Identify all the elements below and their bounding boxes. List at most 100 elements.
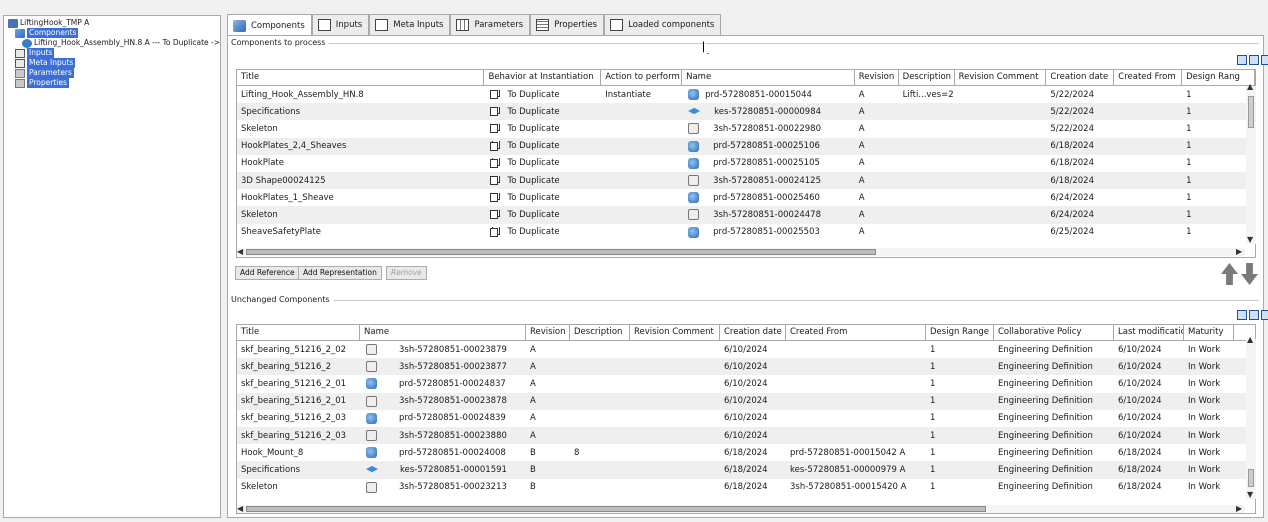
detail-view-icon[interactable] (1261, 310, 1268, 320)
structure-tree[interactable]: LiftingHook_TMP A Components Lifting_Hook_… (3, 15, 221, 518)
table-row[interactable]: HookPlates_1_Sheave To Duplicate prd-57280… (237, 189, 1255, 206)
cell-behavior[interactable]: To Duplicate (484, 90, 601, 100)
scroll-thumb[interactable] (246, 506, 986, 512)
tab-parameters[interactable]: Parameters (450, 14, 531, 35)
table-row[interactable]: Skeleton 3sh-57280851-00023213 B 6/18/2024 3… (237, 479, 1255, 496)
column-header[interactable]: Name (682, 70, 855, 85)
column-header[interactable]: Design Rang (1182, 70, 1255, 85)
column-header[interactable]: Action to perform (601, 70, 683, 85)
column-header[interactable]: Creation date (1046, 70, 1115, 85)
detail-view-icon[interactable] (1261, 55, 1268, 65)
tab-properties[interactable]: Properties (530, 14, 605, 35)
cell-policy: Engineering Definition (998, 430, 1093, 441)
tab-meta-inputs[interactable]: Meta Inputs (369, 14, 451, 35)
unchanged-components-table[interactable]: Title Name Revision Description Revision Com… (236, 324, 1256, 514)
table-row[interactable]: HookPlates_2,4_Sheaves To Duplicate prd-57… (237, 137, 1255, 155)
cell-behavior[interactable]: To Duplicate (484, 193, 601, 203)
tree-item[interactable]: Meta Inputs (8, 58, 220, 68)
scroll-right-icon[interactable]: ▶ (1236, 505, 1242, 513)
tree-item[interactable]: Components (8, 28, 220, 38)
view-mode-switcher[interactable] (1237, 55, 1268, 65)
cell-behavior[interactable]: To Duplicate (484, 210, 601, 220)
scroll-thumb[interactable] (246, 249, 876, 255)
scroll-thumb[interactable] (1248, 96, 1254, 128)
cell-revision: A (858, 158, 865, 169)
grid-view-icon[interactable] (1237, 310, 1247, 320)
name-value: 3sh-57280851-00022980 (713, 123, 821, 134)
table-row[interactable]: Lifting_Hook_Assembly_HN.8 To Duplicate In… (237, 86, 1255, 103)
horizontal-scrollbar[interactable]: ◀ ▶ (237, 505, 1245, 513)
column-header[interactable]: Revision Comment (955, 70, 1047, 85)
table-row[interactable]: skf_bearing_51216_2_01 3sh-57280851-00023… (237, 392, 1255, 410)
scroll-up-icon[interactable]: ▲ (1247, 336, 1253, 344)
cell-behavior[interactable]: To Duplicate (484, 176, 601, 186)
grid-view-icon[interactable] (1237, 55, 1247, 65)
cell-behavior[interactable]: To Duplicate (484, 158, 601, 168)
tab-loaded-components[interactable]: Loaded components (604, 14, 722, 35)
tab-bar: Components Inputs Meta Inputs Parameters Pro… (227, 14, 722, 36)
scroll-right-icon[interactable]: ▶ (1236, 248, 1242, 256)
vertical-scrollbar[interactable]: ▲ ▼ (1246, 336, 1256, 499)
column-header[interactable]: Design Range (926, 325, 994, 340)
column-header[interactable]: Name (360, 325, 526, 340)
tree-item[interactable]: Parameters (8, 68, 220, 78)
column-header[interactable]: Description (570, 325, 630, 340)
column-header[interactable]: Maturity (1184, 325, 1234, 340)
column-header[interactable]: Revision (526, 325, 570, 340)
table-row[interactable]: Skeleton To Duplicate 3sh-57280851-0002447… (237, 206, 1255, 224)
scroll-left-icon[interactable]: ◀ (237, 248, 243, 256)
column-header[interactable]: Created From (786, 325, 926, 340)
table-row[interactable]: skf_bearing_51216_2 3sh-57280851-00023877… (237, 358, 1255, 376)
column-header[interactable]: Collaborative Policy (994, 325, 1114, 340)
add-representation-button[interactable]: Add Representation (298, 266, 382, 280)
add-reference-button[interactable]: Add Reference (235, 266, 300, 280)
table-row[interactable]: Hook_Mount_8 prd-57280851-00024008 B 8 6/18/… (237, 444, 1255, 461)
name-value: prd-57280851-00025105 (713, 158, 820, 169)
view-mode-switcher[interactable] (1237, 310, 1268, 320)
tree-item[interactable]: Properties (8, 78, 220, 88)
scroll-left-icon[interactable]: ◀ (237, 505, 243, 513)
table-row[interactable]: SheaveSafetyPlate To Duplicate prd-5728085… (237, 224, 1255, 241)
column-header[interactable]: Behavior at Instantiation (484, 70, 602, 85)
move-up-icon[interactable] (1221, 263, 1238, 285)
scroll-down-icon[interactable]: ▼ (1247, 236, 1253, 244)
column-header[interactable]: Creation date (720, 325, 786, 340)
table-row[interactable]: Skeleton To Duplicate 3sh-57280851-0002298… (237, 120, 1255, 137)
tree-item[interactable]: Lifting_Hook_Assembly_HN.8 A --- To Dupl… (8, 38, 220, 48)
scroll-thumb[interactable] (1248, 469, 1254, 487)
table-row[interactable]: skf_bearing_51216_2_01 prd-57280851-00024… (237, 375, 1255, 392)
table-row[interactable]: skf_bearing_51216_2_03 3sh-57280851-00023… (237, 426, 1255, 445)
components-to-process-table[interactable]: Title Behavior at Instantiation Action to … (236, 69, 1256, 258)
column-header[interactable]: Revision (855, 70, 899, 85)
cell-action[interactable]: Instantiate (601, 90, 682, 100)
table-row[interactable]: HookPlate To Duplicate prd-57280851-000251… (237, 155, 1255, 172)
table-header: Title Behavior at Instantiation Action to … (237, 70, 1255, 86)
tree-item[interactable]: Inputs (8, 48, 220, 58)
list-view-icon[interactable] (1249, 55, 1259, 65)
column-header[interactable]: Description (899, 70, 955, 85)
column-header[interactable]: Title (237, 70, 485, 85)
table-row[interactable]: Specifications To Duplicate kes-57280851-0… (237, 103, 1255, 121)
table-row[interactable]: skf_bearing_51216_2_02 3sh-57280851-00023… (237, 341, 1255, 358)
scroll-down-icon[interactable]: ▼ (1247, 491, 1253, 499)
tab-components[interactable]: Components (227, 14, 312, 36)
horizontal-scrollbar[interactable]: ◀ ▶ (237, 248, 1245, 256)
vertical-scrollbar[interactable]: ▲ ▼ (1246, 83, 1256, 244)
list-view-icon[interactable] (1249, 310, 1259, 320)
cell-behavior[interactable]: To Duplicate (484, 141, 601, 151)
table-row[interactable]: 3D Shape00024125 To Duplicate 3sh-57280851… (237, 171, 1255, 190)
table-row[interactable]: skf_bearing_51216_2_03 prd-57280851-00024… (237, 410, 1255, 427)
column-header[interactable]: Revision Comment (630, 325, 720, 340)
column-header[interactable]: Last modification (1114, 325, 1184, 340)
table-row[interactable]: Specifications kes-57280851-00001591 B 6/18… (237, 461, 1255, 479)
cell-behavior[interactable]: To Duplicate (484, 227, 601, 237)
move-down-icon[interactable] (1241, 263, 1258, 285)
cell-behavior[interactable]: To Duplicate (484, 124, 601, 134)
tab-inputs[interactable]: Inputs (311, 14, 370, 35)
column-header[interactable]: Created From (1114, 70, 1183, 85)
cell-behavior[interactable]: To Duplicate (484, 107, 601, 117)
tree-item[interactable]: LiftingHook_TMP A (8, 18, 220, 28)
column-header[interactable]: Title (237, 325, 360, 340)
remove-button[interactable]: Remove (386, 266, 427, 280)
scroll-up-icon[interactable]: ▲ (1247, 83, 1253, 91)
